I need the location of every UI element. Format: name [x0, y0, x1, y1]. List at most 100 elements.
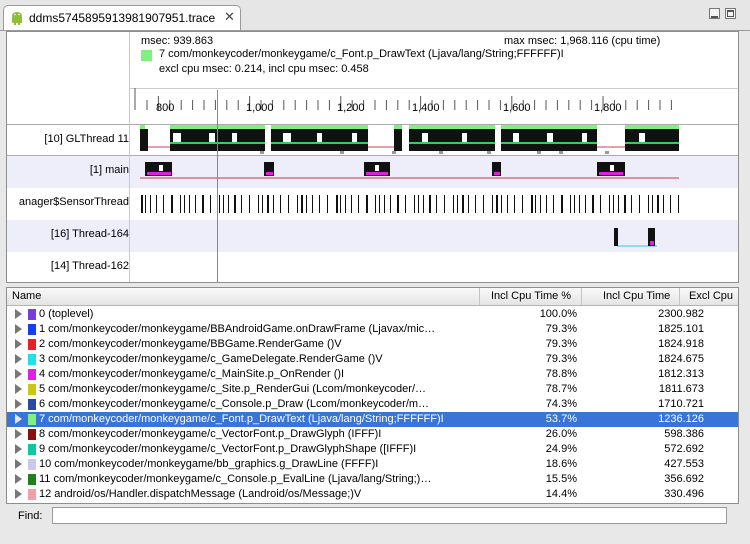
expand-arrow-icon[interactable] [15, 339, 22, 349]
find-input[interactable] [52, 507, 727, 524]
method-color-swatch [28, 429, 36, 440]
close-icon[interactable]: ✕ [224, 9, 235, 25]
tick-label-800: 800 [156, 102, 175, 114]
incl-pct-cell: 15.5% [545, 473, 577, 485]
incl-pct-cell: 100.0% [539, 308, 577, 320]
incl-pct-cell: 26.0% [545, 428, 577, 440]
expand-arrow-icon[interactable] [15, 384, 22, 394]
incl-time-cell: 356.692 [664, 473, 704, 485]
method-color-swatch [28, 339, 36, 350]
method-color-swatch [28, 444, 36, 455]
column-header-excl-cpu[interactable]: Excl Cpu [689, 290, 733, 302]
method-name-cell: 12 android/os/Handler.dispatchMessage (L… [39, 488, 362, 500]
find-label: Find: [18, 510, 43, 522]
table-row[interactable]: 11 com/monkeycoder/monkeygame/c_Console.… [7, 472, 738, 487]
method-color-swatch [28, 324, 36, 335]
thread-label-thread-162[interactable]: [14] Thread-162 [7, 260, 129, 272]
incl-pct-cell: 79.3% [545, 353, 577, 365]
expand-arrow-icon[interactable] [15, 324, 22, 334]
msec-readout: msec: 939.863 [141, 35, 214, 47]
table-row[interactable]: 10 com/monkeycoder/monkeygame/bb_graphic… [7, 457, 738, 472]
expand-arrow-icon[interactable] [15, 489, 22, 499]
incl-time-cell: 1824.918 [658, 338, 704, 350]
sensor-thread-activity [141, 195, 679, 213]
cpu-times: excl cpu msec: 0.214, incl cpu msec: 0.4… [159, 63, 369, 75]
expand-arrow-icon[interactable] [15, 444, 22, 454]
tick-label-1800: 1,800 [594, 102, 622, 114]
column-header-name[interactable]: Name [12, 290, 41, 302]
column-header-incl-pct[interactable]: Incl Cpu Time % [491, 290, 571, 302]
column-divider[interactable] [581, 288, 582, 305]
table-row[interactable]: 2 com/monkeycoder/monkeygame/BBGame.Rend… [7, 337, 738, 352]
expand-arrow-icon[interactable] [15, 414, 22, 424]
table-row[interactable]: 3 com/monkeycoder/monkeygame/c_GameDeleg… [7, 352, 738, 367]
method-color-swatch [141, 50, 152, 61]
table-row[interactable]: 7 com/monkeycoder/monkeygame/c_Font.p_Dr… [7, 412, 738, 427]
incl-pct-cell: 18.6% [545, 458, 577, 470]
method-color-swatch [28, 474, 36, 485]
incl-pct-cell: 78.8% [545, 368, 577, 380]
max-msec-readout: max msec: 1,968.116 (cpu time) [504, 35, 661, 47]
incl-pct-cell: 74.3% [545, 398, 577, 410]
table-row[interactable]: 8 com/monkeycoder/monkeygame/c_VectorFon… [7, 427, 738, 442]
incl-pct-cell: 79.3% [545, 323, 577, 335]
table-row[interactable]: 1 com/monkeycoder/monkeygame/BBAndroidGa… [7, 322, 738, 337]
incl-time-cell: 2300.982 [658, 308, 704, 320]
method-color-swatch [28, 489, 36, 500]
table-row[interactable]: 12 android/os/Handler.dispatchMessage (L… [7, 487, 738, 502]
maximize-icon[interactable] [725, 8, 736, 19]
trace-tab[interactable]: ddms5745895913981907951.trace ✕ [3, 5, 241, 30]
timeline-panel: msec: 939.863 max msec: 1,968.116 (cpu t… [6, 31, 739, 283]
incl-pct-cell: 53.7% [545, 413, 577, 425]
column-divider[interactable] [679, 288, 680, 305]
expand-arrow-icon[interactable] [15, 474, 22, 484]
incl-time-cell: 1812.313 [658, 368, 704, 380]
table-row[interactable]: 0 (toplevel) 100.0% 2300.982 [7, 307, 738, 322]
method-name-cell: 3 com/monkeycoder/monkeygame/c_GameDeleg… [39, 353, 383, 365]
minimize-icon[interactable] [709, 8, 720, 19]
expand-arrow-icon[interactable] [15, 369, 22, 379]
expand-arrow-icon[interactable] [15, 309, 22, 319]
method-name-cell: 2 com/monkeycoder/monkeygame/BBGame.Rend… [39, 338, 342, 350]
method-name-cell: 8 com/monkeycoder/monkeygame/c_VectorFon… [39, 428, 382, 440]
method-name-cell: 7 com/monkeycoder/monkeygame/c_Font.p_Dr… [39, 413, 444, 425]
label-column-divider [129, 32, 130, 282]
tick-label-1200: 1,200 [337, 102, 365, 114]
method-name-cell: 11 com/monkeycoder/monkeygame/c_Console.… [39, 473, 432, 485]
tick-label-1600: 1,600 [503, 102, 531, 114]
glthread-activity [140, 125, 679, 154]
expand-arrow-icon[interactable] [15, 429, 22, 439]
incl-time-cell: 427.553 [664, 458, 704, 470]
method-name: 7 com/monkeycoder/monkeygame/c_Font.p_Dr… [159, 48, 564, 60]
method-color-swatch [28, 309, 36, 320]
incl-pct-cell: 78.7% [545, 383, 577, 395]
incl-time-cell: 1824.675 [658, 353, 704, 365]
tick-label-1000: 1,000 [246, 102, 274, 114]
incl-time-cell: 330.496 [664, 488, 704, 500]
incl-time-cell: 1710.721 [658, 398, 704, 410]
table-row[interactable]: 9 com/monkeycoder/monkeygame/c_VectorFon… [7, 442, 738, 457]
expand-arrow-icon[interactable] [15, 354, 22, 364]
column-header-incl-time[interactable]: Incl Cpu Time [603, 290, 670, 302]
method-color-swatch [28, 399, 36, 410]
method-name-cell: 9 com/monkeycoder/monkeygame/c_VectorFon… [39, 443, 417, 455]
incl-pct-cell: 24.9% [545, 443, 577, 455]
column-divider[interactable] [479, 288, 480, 305]
expand-arrow-icon[interactable] [15, 459, 22, 469]
time-axis-ticks [134, 88, 672, 110]
tab-title: ddms5745895913981907951.trace [29, 11, 216, 25]
table-row[interactable]: 5 com/monkeycoder/monkeygame/c_Site.p_Re… [7, 382, 738, 397]
time-cursor-line[interactable] [217, 90, 218, 282]
table-row[interactable]: 6 com/monkeycoder/monkeygame/c_Console.p… [7, 397, 738, 412]
incl-time-cell: 1811.673 [658, 383, 704, 395]
tick-label-1400: 1,400 [412, 102, 440, 114]
method-name-cell: 1 com/monkeycoder/monkeygame/BBAndroidGa… [39, 323, 436, 335]
method-color-swatch [28, 459, 36, 470]
incl-time-cell: 1825.101 [658, 323, 704, 335]
method-color-swatch [28, 354, 36, 365]
table-row[interactable]: 4 com/monkeycoder/monkeygame/c_MainSite.… [7, 367, 738, 382]
table-header: Name Incl Cpu Time % Incl Cpu Time Excl … [7, 288, 738, 306]
incl-pct-cell: 14.4% [545, 488, 577, 500]
expand-arrow-icon[interactable] [15, 399, 22, 409]
method-name-cell: 5 com/monkeycoder/monkeygame/c_Site.p_Re… [39, 383, 427, 395]
